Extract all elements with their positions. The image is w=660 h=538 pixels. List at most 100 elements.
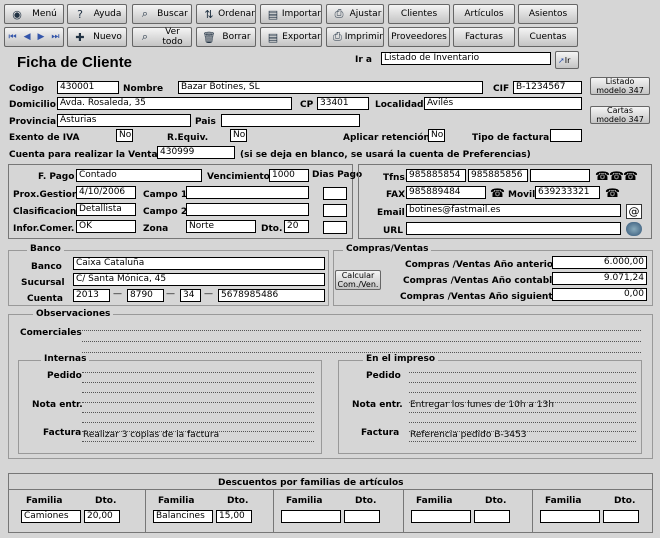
localidad-field[interactable]: Avilés [424,97,582,110]
email-at-icon[interactable]: @ [626,204,642,219]
proxgestion-field[interactable]: 4/10/2006 [76,186,136,199]
int-factura-line[interactable] [82,441,314,442]
last-record-icon[interactable]: ⏭ [51,32,59,42]
imp-nota-line[interactable] [409,412,636,413]
calcular-button[interactable]: Calcular Com./Ven. [335,270,381,290]
accounts-button[interactable]: Cuentas [518,27,578,47]
codigo-field[interactable]: 430001 [57,81,119,94]
articles-button[interactable]: Artículos [453,4,515,24]
menu-button[interactable]: ◉ Menú [4,4,64,24]
requiv-field[interactable]: No [230,129,247,142]
comerciales-line[interactable] [82,352,641,353]
next-record-icon[interactable]: ▶ [37,32,44,42]
tfn2-field[interactable]: 985885856 [468,169,528,182]
listado-347-button[interactable]: Listado modelo 347 [590,77,650,95]
previous-record-icon[interactable]: ◀ [24,32,31,42]
familia-field[interactable] [281,510,341,523]
phone-icon[interactable]: ☎ [490,187,505,199]
contable-field[interactable]: 9.071,24 [552,272,647,285]
siguiente-field[interactable]: 0,00 [552,288,647,301]
import-button[interactable]: ▤ Importar [260,4,322,24]
clients-button[interactable]: Clientes [388,4,450,24]
comerciales-line[interactable] [82,330,641,331]
sort-button[interactable]: ⇅ Ordenar [196,4,256,24]
exento-field[interactable]: No [116,129,133,142]
anterior-field[interactable]: 6.000,00 [552,256,647,269]
campo2-field[interactable] [186,203,309,216]
domicilio-field[interactable]: Avda. Rosaleda, 35 [57,97,292,110]
cuenta-entidad-field[interactable]: 2013 [73,289,110,302]
imp-nota-line[interactable] [409,422,636,423]
url-field[interactable] [406,222,621,235]
phone-icon[interactable]: ☎ [605,187,620,199]
int-pedido-line[interactable] [82,382,314,383]
suppliers-button[interactable]: Proveedores [388,27,450,47]
delete-button[interactable]: 🗑 Borrar [196,27,256,47]
tfn3-field[interactable] [530,169,590,182]
dto-field[interactable]: 20,00 [84,510,120,523]
movil-field[interactable]: 639233321 [535,186,600,199]
cuenta-numero-field[interactable]: 5678985486 [218,289,325,302]
imp-pedido-line[interactable] [409,382,636,383]
first-record-icon[interactable]: ⏮ [8,32,16,42]
familia-field[interactable]: Camiones [21,510,81,523]
goto-button[interactable]: ➚ Ir [555,51,579,69]
comerciales-line[interactable] [82,341,641,342]
clasificacion-field[interactable]: Detallista [76,203,136,216]
int-nota-line[interactable] [82,422,314,423]
tfn1-field[interactable]: 985885854 [406,169,466,182]
invoices-button[interactable]: Facturas [453,27,515,47]
zona-field[interactable]: Norte [186,220,256,233]
print-button[interactable]: ⎙ Imprimir [326,27,384,47]
imp-factura-line[interactable] [409,441,636,442]
nombre-field[interactable]: Bazar Botines, SL [178,81,483,94]
int-nota-line[interactable] [82,412,314,413]
campo1-field[interactable] [186,186,309,199]
familia-field[interactable] [540,510,600,523]
familia-field[interactable]: Balancines [153,510,213,523]
int-pedido-line[interactable] [82,372,314,373]
search-button[interactable]: ⌕ Buscar [132,4,192,24]
cuenta-oficina-field[interactable]: 8790 [127,289,164,302]
provincia-field[interactable]: Asturias [57,114,191,127]
aplicar-retencion-field[interactable]: No [428,129,445,142]
int-nota-line[interactable] [82,402,314,403]
goto-select[interactable]: Listado de Inventario [381,52,551,65]
vencimiento-field[interactable]: 1000 [269,169,309,182]
dto-field[interactable] [344,510,380,523]
pais-field[interactable] [221,114,360,127]
entries-button[interactable]: Asientos [518,4,578,24]
cuenta-venta-field[interactable]: 430999 [157,146,235,159]
diaspago-field-2[interactable] [323,204,347,217]
phone-icon[interactable]: ☎ [609,170,624,182]
new-button[interactable]: ✚ Nuevo [67,27,127,47]
imp-pedido-line[interactable] [409,392,636,393]
tipo-factura-field[interactable] [550,129,582,142]
cuenta-dc-field[interactable]: 34 [180,289,201,302]
dto-field[interactable] [603,510,639,523]
fax-field[interactable]: 985889484 [406,186,486,199]
record-navigation[interactable]: ⏮ ◀ ▶ ⏭ [4,27,64,47]
imp-pedido-line[interactable] [409,372,636,373]
dto-field[interactable]: 20 [284,220,309,233]
cartas-347-button[interactable]: Cartas modelo 347 [590,106,650,124]
cif-field[interactable]: B-1234567 [513,81,582,94]
banco-field[interactable]: Caixa Cataluña [73,257,325,270]
fpago-field[interactable]: Contado [76,169,202,182]
int-pedido-line[interactable] [82,392,314,393]
infocomer-field[interactable]: OK [76,220,136,233]
cp-field[interactable]: 33401 [317,97,369,110]
phone-icon[interactable]: ☎ [623,170,638,182]
adjust-button[interactable]: ⎙ Ajustar [326,4,384,24]
show-all-button[interactable]: ⌕ Ver todo [132,27,192,47]
help-button[interactable]: ? Ayuda [67,4,127,24]
web-globe-icon[interactable] [626,222,642,236]
diaspago-field-1[interactable] [323,187,347,200]
diaspago-field-3[interactable] [323,221,347,234]
export-button[interactable]: ▤ Exportar [260,27,322,47]
phone-icon[interactable]: ☎ [595,170,610,182]
sucursal-field[interactable]: C/ Santa Mónica, 45 [73,273,325,286]
familia-field[interactable] [411,510,471,523]
dto-field[interactable]: 15,00 [216,510,252,523]
email-field[interactable]: botines@fastmail.es [406,204,621,217]
